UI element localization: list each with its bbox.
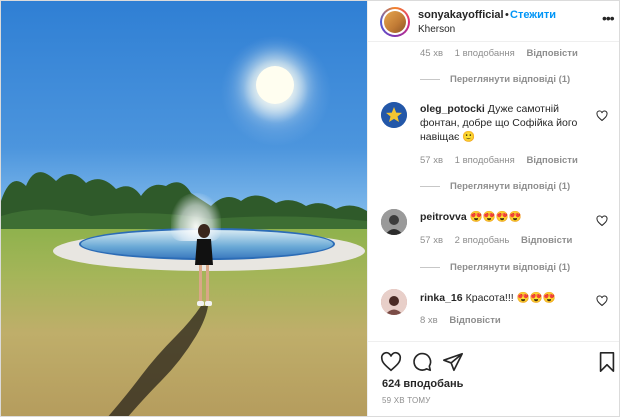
- person-shadow: [108, 306, 208, 416]
- comment-time: 45 хв: [420, 48, 444, 59]
- sun: [256, 66, 294, 104]
- comment-text: 😍😍😍😍: [469, 211, 522, 223]
- comment-text: Красота!!! 😍😍😍: [465, 292, 556, 304]
- share-send-icon[interactable]: [442, 351, 464, 373]
- comment-meta: 8 хв Відповісти: [420, 315, 510, 326]
- reply-button[interactable]: Відповісти: [449, 315, 500, 326]
- save-bookmark-icon[interactable]: [596, 351, 618, 373]
- post-frame: sonyakayofficial • Стежити Kherson ••• 4…: [0, 0, 620, 417]
- comment-meta: 45 хв 1 вподобання Відповісти: [420, 48, 587, 59]
- view-replies-button[interactable]: Переглянути відповіді (1): [420, 74, 570, 85]
- commenter-avatar[interactable]: [381, 102, 407, 128]
- more-options-icon[interactable]: •••: [602, 10, 615, 26]
- comment-time: 57 хв: [420, 235, 444, 246]
- commenter-avatar[interactable]: [381, 209, 407, 235]
- view-replies-button[interactable]: Переглянути відповіді (1): [420, 181, 570, 192]
- post-header: sonyakayofficial • Стежити Kherson •••: [368, 1, 619, 42]
- follow-button[interactable]: Стежити: [510, 9, 556, 21]
- action-bar: [368, 341, 619, 381]
- likes-count[interactable]: 624 вподобань: [382, 378, 463, 390]
- person-figure: [195, 224, 213, 306]
- commenter-avatar[interactable]: [381, 289, 407, 315]
- commenter-username[interactable]: peitrovva: [420, 211, 467, 223]
- portrait-icon: [381, 289, 407, 315]
- comment-meta: 57 хв 1 вподобання Відповісти: [420, 155, 587, 166]
- comment-meta: 57 хв 2 вподобань Відповісти: [420, 235, 581, 246]
- post-photo[interactable]: [1, 1, 367, 416]
- comment-bubble-icon[interactable]: [411, 351, 433, 373]
- comment-likes[interactable]: 2 вподобань: [455, 235, 510, 246]
- reply-button[interactable]: Відповісти: [526, 155, 577, 166]
- post-timestamp[interactable]: 59 ХВ ТОМУ: [382, 396, 431, 405]
- view-replies-button[interactable]: Переглянути відповіді (1): [420, 262, 570, 273]
- comment-body: peitrovva 😍😍😍😍: [420, 210, 600, 224]
- comment-likes[interactable]: 1 вподобання: [455, 155, 515, 166]
- like-heart-icon[interactable]: [380, 351, 402, 373]
- comments-panel: sonyakayofficial • Стежити Kherson ••• 4…: [367, 1, 619, 416]
- separator-dot: •: [505, 9, 509, 21]
- portrait-icon: [381, 209, 407, 235]
- heart-icon[interactable]: [596, 295, 608, 307]
- star-icon: [381, 102, 407, 128]
- comment-time: 8 хв: [420, 315, 438, 326]
- comment-body: rinka_16 Красота!!! 😍😍😍: [420, 291, 600, 305]
- commenter-username[interactable]: rinka_16: [420, 292, 463, 304]
- comment-time: 57 хв: [420, 155, 444, 166]
- commenter-username[interactable]: oleg_potocki: [420, 103, 485, 115]
- reply-button[interactable]: Відповісти: [526, 48, 577, 59]
- comment-body: oleg_potocki Дуже самотній фонтан, добре …: [420, 102, 600, 144]
- author-username[interactable]: sonyakayofficial: [418, 9, 504, 21]
- heart-icon[interactable]: [596, 215, 608, 227]
- reply-button[interactable]: Відповісти: [521, 235, 572, 246]
- heart-icon[interactable]: [596, 110, 608, 122]
- comment-likes[interactable]: 1 вподобання: [455, 48, 515, 59]
- post-location[interactable]: Kherson: [418, 24, 455, 35]
- author-avatar[interactable]: [380, 7, 410, 37]
